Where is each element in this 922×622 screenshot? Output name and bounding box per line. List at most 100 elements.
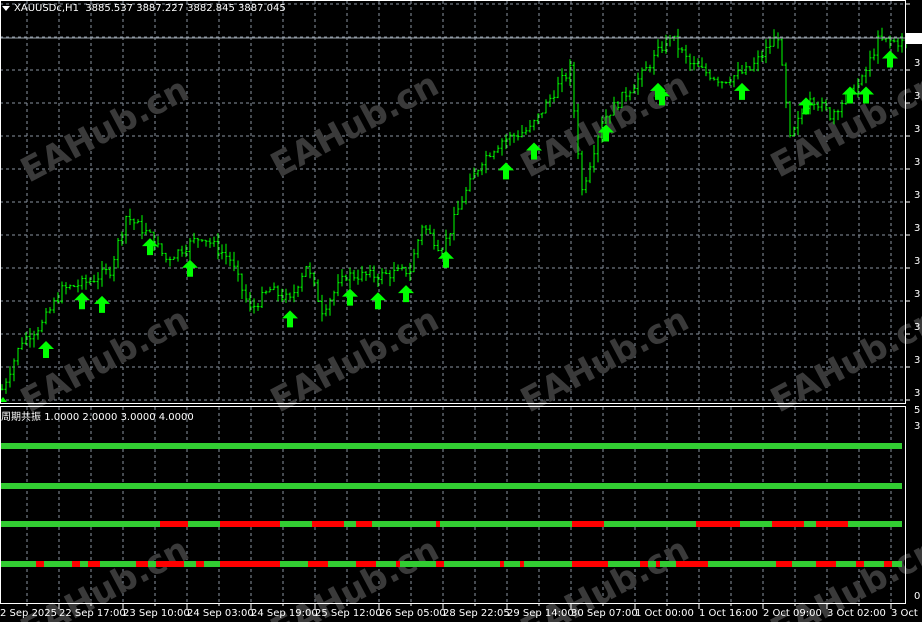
- buy-arrow-icon: [342, 288, 358, 306]
- time-label: 30 Sep 07:00: [571, 608, 638, 619]
- price-bar: [516, 130, 520, 141]
- time-label: 29 Sep 14:00: [507, 608, 574, 619]
- price-bar: [416, 238, 420, 259]
- indicator-bear-segment: [220, 561, 280, 567]
- price-bar: [12, 358, 16, 382]
- price-bar: [432, 228, 436, 250]
- price-bar: [884, 38, 888, 43]
- price-label: 3: [914, 289, 921, 300]
- indicator-bear-segment: [772, 521, 804, 527]
- price-bar: [4, 378, 8, 394]
- indicator-bear-segment: [776, 561, 792, 567]
- buy-arrow-icon: [0, 397, 7, 402]
- price-label: 3: [914, 157, 921, 168]
- buy-arrow-icon: [882, 50, 898, 68]
- price-bar: [724, 81, 728, 84]
- price-bar: [708, 69, 712, 81]
- indicator-bear-segment: [436, 521, 440, 527]
- price-bar: [244, 284, 248, 303]
- price-bar: [464, 186, 468, 205]
- price-bar: [424, 225, 428, 235]
- buy-arrow-icon: [182, 259, 198, 277]
- price-bar: [324, 304, 328, 317]
- price-bar: [780, 37, 784, 66]
- price-bar: [320, 294, 324, 322]
- price-bar: [104, 263, 108, 275]
- indicator-bear-segment: [160, 521, 188, 527]
- price-bar: [296, 285, 300, 297]
- price-bar: [176, 249, 180, 262]
- price-bar: [392, 262, 396, 282]
- price-bar: [876, 30, 880, 64]
- indicator-line-3: [0, 521, 902, 527]
- price-bar: [460, 196, 464, 210]
- price-bar: [160, 243, 164, 256]
- price-bar: [676, 28, 680, 58]
- price-bar: [524, 127, 528, 135]
- price-bar: [476, 169, 480, 177]
- price-bar: [148, 229, 152, 233]
- dropdown-triangle-icon[interactable]: [2, 5, 10, 11]
- buy-arrow-icon: [74, 292, 90, 310]
- price-bar: [288, 292, 292, 301]
- price-bar: [544, 99, 548, 114]
- price-bar: [456, 200, 460, 216]
- price-bar: [560, 68, 564, 93]
- price-bar: [76, 279, 80, 293]
- price-bar: [488, 152, 492, 158]
- price-bar: [364, 271, 368, 281]
- price-bar: [412, 248, 416, 273]
- price-bar: [212, 236, 216, 247]
- price-bar: [240, 273, 244, 299]
- price-label: 3: [914, 421, 921, 432]
- price-bar: [36, 327, 40, 340]
- price-label: 3: [914, 223, 921, 234]
- time-label: 23 Sep 10:00: [123, 608, 190, 619]
- indicator-bear-segment: [136, 561, 148, 567]
- price-bar: [352, 269, 356, 281]
- price-bar: [540, 112, 544, 119]
- indicator-axis-bottom: 0: [914, 591, 921, 602]
- indicator-bear-segment: [656, 561, 660, 567]
- buy-arrow-icon: [798, 97, 814, 115]
- price-bar: [100, 260, 104, 287]
- price-label: 3: [914, 58, 921, 69]
- price-bar: [16, 347, 20, 366]
- price-bar: [552, 90, 556, 103]
- price-bar: [868, 50, 872, 77]
- price-bar: [200, 239, 204, 242]
- price-bar: [112, 256, 116, 282]
- chart-header: XAUUSDc,H1 3885.537 3887.227 3882.845 38…: [2, 3, 286, 14]
- price-bar: [172, 256, 176, 261]
- indicator-bear-segment: [196, 561, 204, 567]
- time-label: 1 Oct 16:00: [699, 608, 758, 619]
- price-bar: [264, 290, 268, 295]
- price-chart[interactable]: EAHub.cn EAHub.cn EAHub.cn EAHub.cn EAHub.cn…: [0, 0, 922, 622]
- price-bar: [784, 62, 788, 109]
- price-label: 3: [914, 388, 921, 399]
- price-bar: [700, 57, 704, 69]
- price-bar: [812, 97, 816, 110]
- price-bar: [732, 75, 736, 88]
- price-bar: [872, 48, 876, 61]
- price-bar: [684, 44, 688, 64]
- price-bar: [716, 76, 720, 87]
- buy-arrow-icon: [498, 162, 514, 180]
- price-bar: [548, 94, 552, 108]
- indicator-line-2: [0, 483, 902, 489]
- price-bar: [64, 282, 68, 295]
- price-bar: [712, 76, 716, 81]
- price-bar: [508, 131, 512, 146]
- price-bar: [68, 284, 72, 290]
- indicator-bear-segment: [676, 561, 708, 567]
- price-bar: [388, 270, 392, 287]
- price-bar: [680, 47, 684, 54]
- price-bar: [140, 215, 144, 240]
- high-value: 3887.227: [136, 3, 184, 14]
- indicator-bear-segment: [88, 561, 100, 567]
- indicator-bear-segment: [520, 561, 524, 567]
- price-bar: [52, 297, 56, 314]
- indicator-value-4: 4.0000: [158, 412, 194, 423]
- price-bar: [224, 243, 228, 265]
- price-bar: [556, 76, 560, 99]
